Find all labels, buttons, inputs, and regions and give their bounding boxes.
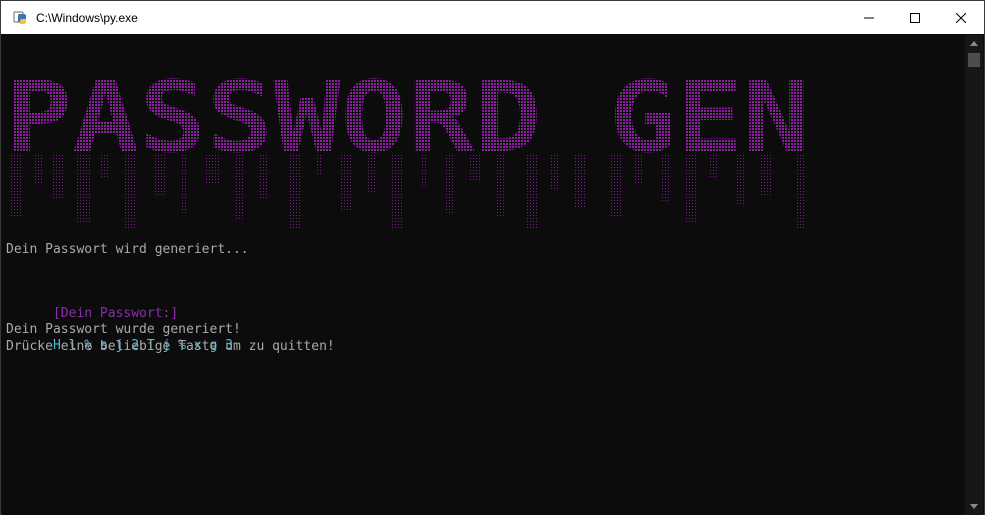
close-icon xyxy=(956,12,966,23)
window-title: C:\Windows\py.exe xyxy=(36,10,138,25)
ascii-banner: PASSWORD GEN xyxy=(5,61,810,229)
status-done: Dein Passwort wurde generiert! xyxy=(6,322,241,337)
scroll-up-button[interactable] xyxy=(965,35,983,51)
minimize-button[interactable] xyxy=(846,1,892,34)
minimize-icon xyxy=(864,17,874,18)
vertical-scrollbar[interactable] xyxy=(965,35,983,515)
close-button[interactable] xyxy=(938,1,984,34)
status-generating: Dein Passwort wird generiert... xyxy=(6,242,249,257)
scroll-down-arrow-icon xyxy=(970,504,978,509)
scrollbar-thumb[interactable] xyxy=(968,53,980,67)
scroll-up-arrow-icon xyxy=(970,41,978,46)
status-exit: Drücke eine beliebige Taste um zu quitte… xyxy=(6,339,335,354)
python-launcher-icon xyxy=(13,10,29,26)
scroll-down-button[interactable] xyxy=(965,499,983,515)
maximize-icon xyxy=(910,12,920,23)
console-window: C:\Windows\py.exe PASSWORD GEN Dein Pass… xyxy=(0,0,985,515)
console-output[interactable]: PASSWORD GEN Dein Passwort wird generier… xyxy=(2,35,964,515)
password-label: [Dein Passwort:] xyxy=(52,306,179,321)
title-bar[interactable]: C:\Windows\py.exe xyxy=(1,1,984,34)
maximize-button[interactable] xyxy=(892,1,938,34)
